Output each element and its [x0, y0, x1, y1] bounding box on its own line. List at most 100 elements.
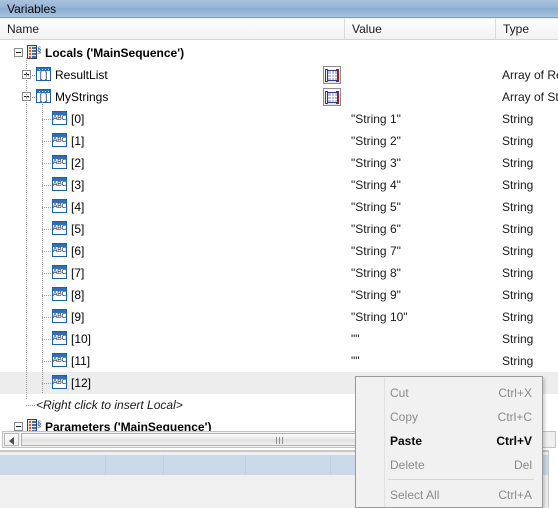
tree-guide-line	[42, 119, 52, 120]
variable-value[interactable]: ""	[351, 350, 360, 372]
scrollbar-grip-icon	[276, 437, 284, 444]
variable-value[interactable]: "String 8"	[351, 262, 401, 284]
tree-row[interactable]: ABC [2] "String 3" String	[0, 152, 558, 174]
tree-label: [8]	[71, 288, 85, 302]
variable-value[interactable]: "String 7"	[351, 240, 401, 262]
tree-label: [11]	[71, 354, 91, 368]
tree-row-locals[interactable]: § Locals ('MainSequence')	[0, 42, 558, 64]
variable-type: Array of Result	[502, 68, 558, 82]
tree-row[interactable]: ABC [7] "String 8" String	[0, 262, 558, 284]
tree-label: [0]	[71, 112, 85, 126]
string-icon: ABC	[52, 111, 67, 125]
tree-guide-line	[42, 185, 52, 186]
tree-label: ResultList	[55, 68, 108, 82]
variable-type: String	[502, 332, 534, 346]
variable-value[interactable]: "String 5"	[351, 196, 401, 218]
tree-guide-line	[42, 251, 52, 252]
context-menu-item-delete: Delete Del	[357, 453, 542, 477]
variable-value[interactable]: "String 6"	[351, 218, 401, 240]
tree-row[interactable]: ABC [8] "String 9" String	[0, 284, 558, 306]
panel-titlebar: Variables	[0, 0, 558, 18]
column-header-type[interactable]: Type	[496, 19, 558, 39]
string-icon: ABC	[52, 133, 67, 147]
variable-type: String	[502, 222, 534, 236]
context-menu-item-select-all: Select All Ctrl+A	[357, 483, 542, 507]
scroll-left-arrow-icon[interactable]	[4, 433, 19, 446]
tree-row[interactable]: ABC [1] "String 2" String	[0, 130, 558, 152]
string-icon: ABC	[52, 177, 67, 191]
menu-item-shortcut: Ctrl+V	[496, 434, 532, 448]
tree-row[interactable]: ABC [9] "String 10" String	[0, 306, 558, 328]
tree-guide-line	[42, 163, 52, 164]
string-icon: ABC	[52, 375, 67, 389]
context-menu-item-paste[interactable]: Paste Ctrl+V	[357, 429, 542, 453]
tree-label: MyStrings	[55, 90, 109, 104]
menu-item-label: Paste	[390, 434, 423, 448]
tree-row[interactable]: [ ] ResultList Array of Result	[0, 64, 558, 86]
panel-title: Variables	[7, 2, 57, 16]
tree-label: Locals ('MainSequence')	[45, 46, 185, 60]
tree-guide-line	[42, 295, 52, 296]
variable-value[interactable]: "String 1"	[351, 108, 401, 130]
string-icon: ABC	[52, 221, 67, 235]
tree-guide-line	[42, 383, 52, 384]
tree-label: [10]	[71, 332, 92, 346]
context-menu-item-cut: Cut Ctrl+X	[357, 381, 542, 405]
tree-label: [5]	[71, 222, 85, 236]
variable-type: String	[502, 354, 534, 368]
tree-label: [1]	[71, 134, 85, 148]
menu-item-label: Cut	[390, 386, 409, 400]
menu-item-shortcut: Ctrl+C	[497, 410, 532, 424]
variable-value[interactable]: "String 4"	[351, 174, 401, 196]
tree-row[interactable]: ABC [10] "" String	[0, 328, 558, 350]
tree-guide-line	[42, 339, 52, 340]
context-menu[interactable]: Cut Ctrl+X Copy Ctrl+C Paste Ctrl+V Delete Del S…	[355, 376, 543, 508]
string-icon: ABC	[52, 199, 67, 213]
tree-row[interactable]: ABC [11] "" String	[0, 350, 558, 372]
tree-guide-line	[42, 361, 52, 362]
variable-value[interactable]: "String 10"	[351, 306, 408, 328]
menu-item-label: Select All	[390, 488, 440, 502]
collapse-icon[interactable]	[14, 422, 23, 431]
tree-guide-line	[42, 229, 52, 230]
string-icon: ABC	[52, 265, 67, 279]
edit-array-button[interactable]	[323, 66, 341, 84]
locals-icon: §	[26, 45, 42, 61]
column-header-value[interactable]: Value	[345, 19, 496, 39]
string-icon: ABC	[52, 353, 67, 367]
tree-row[interactable]: ABC [0] "String 1" String	[0, 108, 558, 130]
tree-label: [4]	[71, 200, 85, 214]
column-header-row: Name Value Type	[0, 19, 558, 40]
variable-value[interactable]: "String 3"	[351, 152, 401, 174]
tree-row[interactable]: ABC [5] "String 6" String	[0, 218, 558, 240]
variable-type: String	[502, 112, 534, 126]
tree-label: [9]	[71, 310, 85, 324]
array-icon: [ ]	[36, 67, 51, 81]
tree-guide-line	[42, 317, 52, 318]
array-icon: [ ]	[36, 89, 51, 103]
collapse-icon[interactable]	[14, 48, 23, 57]
tree-guide-line	[26, 58, 27, 400]
variable-type: String	[502, 288, 534, 302]
tree-guide-line	[42, 273, 52, 274]
variable-value[interactable]: ""	[351, 328, 360, 350]
column-header-name[interactable]: Name	[0, 19, 345, 39]
variable-type: String	[502, 178, 534, 192]
tree-row[interactable]: ABC [6] "String 7" String	[0, 240, 558, 262]
tree-guide-line	[26, 405, 36, 406]
tree-row[interactable]: [ ] MyStrings Array of String	[0, 86, 558, 108]
menu-item-label: Delete	[390, 458, 425, 472]
variable-type: String	[502, 200, 534, 214]
insert-local-hint: <Right click to insert Local>	[36, 398, 183, 412]
variable-type: String	[502, 156, 534, 170]
menu-item-shortcut: Ctrl+A	[498, 488, 532, 502]
tree-guide-line	[26, 75, 36, 76]
edit-array-button[interactable]	[323, 88, 341, 106]
tree-row[interactable]: ABC [3] "String 4" String	[0, 174, 558, 196]
variable-type: String	[502, 310, 534, 324]
variable-value[interactable]: "String 9"	[351, 284, 401, 306]
variable-value[interactable]: "String 2"	[351, 130, 401, 152]
tree-guide-line	[42, 102, 43, 394]
tree-row[interactable]: ABC [4] "String 5" String	[0, 196, 558, 218]
tree-label: [2]	[71, 156, 85, 170]
